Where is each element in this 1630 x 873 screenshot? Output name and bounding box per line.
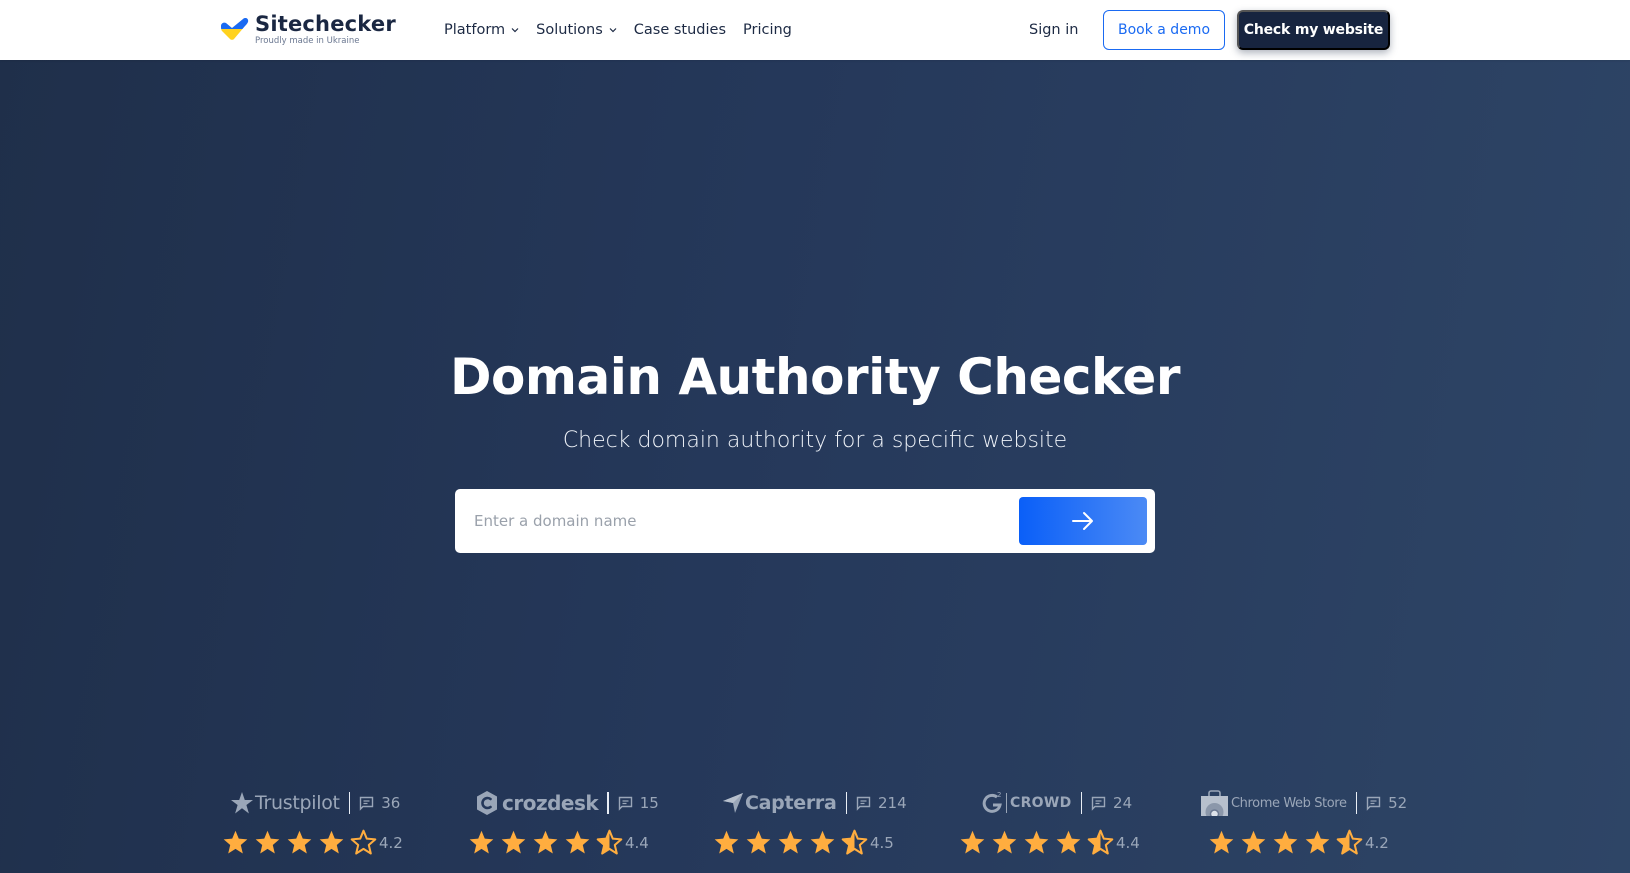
star-half-icon — [1087, 829, 1114, 855]
star-empty-icon — [350, 829, 377, 855]
comment-icon — [1366, 796, 1381, 811]
star-full-icon — [992, 830, 1017, 854]
star-full-icon — [714, 830, 739, 854]
rating-value: 4.2 — [379, 833, 403, 852]
star-rating: 4.4 — [959, 829, 1140, 856]
page-title: Domain Authority Checker — [450, 348, 1181, 406]
trustpilot-brand: Trustpilot — [230, 791, 340, 815]
capterra-label: Capterra — [745, 792, 837, 814]
chrome-web-store-brand: Chrome Web Store — [1201, 790, 1347, 816]
nav-case-studies-label: Case studies — [633, 22, 727, 38]
star-rating: 4.2 — [1208, 829, 1389, 856]
review-count: 24 — [1113, 794, 1133, 812]
rating-value: 4.5 — [870, 833, 894, 852]
star-half-icon — [841, 829, 868, 855]
capterra-logo-icon — [723, 793, 743, 813]
site-header: Sitechecker Proudly made in Ukraine Plat… — [0, 0, 1630, 60]
check-my-website-button[interactable]: Check my website — [1237, 10, 1390, 50]
star-full-icon — [1209, 830, 1234, 854]
star-full-icon — [960, 830, 985, 854]
nav-platform[interactable]: Platform — [444, 22, 519, 38]
review-count: 36 — [381, 794, 401, 812]
star-full-icon — [533, 830, 558, 854]
chrome-web-store-label: Chrome Web Store — [1231, 795, 1347, 811]
g2-separator — [1006, 793, 1007, 813]
sitechecker-logo-icon — [221, 18, 249, 40]
crozdesk-label: crozdesk — [502, 791, 599, 815]
submit-domain-button[interactable] — [1019, 497, 1147, 545]
domain-search-form — [455, 489, 1155, 553]
star-full-icon — [1305, 830, 1330, 854]
chevron-down-icon — [511, 28, 519, 33]
svg-text:2: 2 — [997, 791, 1001, 799]
review-count: 214 — [878, 794, 907, 812]
comment-icon — [618, 796, 632, 811]
star-rating: 4.5 — [713, 829, 894, 856]
logo-tagline: Proudly made in Ukraine — [255, 36, 360, 47]
capterra-brand: Capterra — [722, 792, 837, 814]
g2-logo-icon: 2 — [982, 791, 1002, 813]
nav-pricing[interactable]: Pricing — [743, 22, 792, 38]
comment-icon — [360, 796, 374, 811]
arrow-right-icon — [1072, 512, 1093, 530]
review-ratings: Trustpilot 36 4.2 crozdesk 15 4.4 Capter… — [0, 785, 1630, 873]
star-full-icon — [255, 830, 280, 854]
g2-crowd-label: CROWD — [1010, 795, 1072, 811]
nav-solutions-label: Solutions — [536, 22, 603, 38]
star-full-icon — [746, 830, 771, 854]
star-full-icon — [1241, 830, 1266, 854]
rating-value: 4.4 — [1116, 833, 1140, 852]
book-demo-button[interactable]: Book a demo — [1103, 10, 1225, 50]
logo-name: Sitechecker — [255, 12, 396, 37]
star-full-icon — [1024, 830, 1049, 854]
star-half-icon — [1336, 829, 1363, 855]
chrome-web-store-icon — [1201, 790, 1228, 816]
star-full-icon — [287, 830, 312, 854]
divider — [607, 792, 609, 814]
star-full-icon — [1273, 830, 1298, 854]
sign-in-link[interactable]: Sign in — [1029, 0, 1078, 60]
nav-pricing-label: Pricing — [743, 22, 792, 38]
star-full-icon — [501, 830, 526, 854]
star-full-icon — [810, 830, 835, 854]
crozdesk-brand: crozdesk — [475, 790, 599, 816]
page-subtitle: Check domain authority for a specific we… — [562, 428, 1068, 453]
domain-input[interactable] — [474, 489, 994, 553]
divider — [845, 792, 847, 814]
review-count: 15 — [639, 794, 659, 812]
review-count: 52 — [1388, 794, 1408, 812]
nav-platform-label: Platform — [444, 22, 506, 38]
g2-crowd-brand: 2 CROWD — [982, 791, 1072, 815]
star-full-icon — [565, 830, 590, 854]
chevron-down-icon — [609, 28, 617, 33]
divider — [348, 792, 351, 814]
star-half-icon — [596, 829, 623, 855]
star-full-icon — [223, 830, 248, 854]
divider — [1080, 792, 1083, 814]
star-full-icon — [319, 830, 344, 854]
nav-solutions[interactable]: Solutions — [536, 22, 617, 38]
star-full-icon — [1056, 830, 1081, 854]
main-nav: Platform Solutions Case studies Pricing — [444, 0, 809, 60]
divider — [1355, 792, 1358, 814]
logo-link[interactable]: Sitechecker Proudly made in Ukraine — [219, 13, 396, 47]
trustpilot-label: Trustpilot — [255, 792, 340, 814]
rating-value: 4.4 — [625, 833, 649, 852]
trustpilot-star-icon — [231, 792, 253, 814]
crozdesk-logo-icon — [477, 791, 497, 815]
star-full-icon — [469, 830, 494, 854]
star-rating: 4.2 — [222, 829, 403, 856]
comment-icon — [1091, 796, 1106, 811]
star-full-icon — [778, 830, 803, 854]
comment-icon — [856, 796, 871, 811]
nav-case-studies[interactable]: Case studies — [634, 22, 726, 38]
star-rating: 4.4 — [468, 829, 649, 856]
rating-value: 4.2 — [1365, 833, 1389, 852]
